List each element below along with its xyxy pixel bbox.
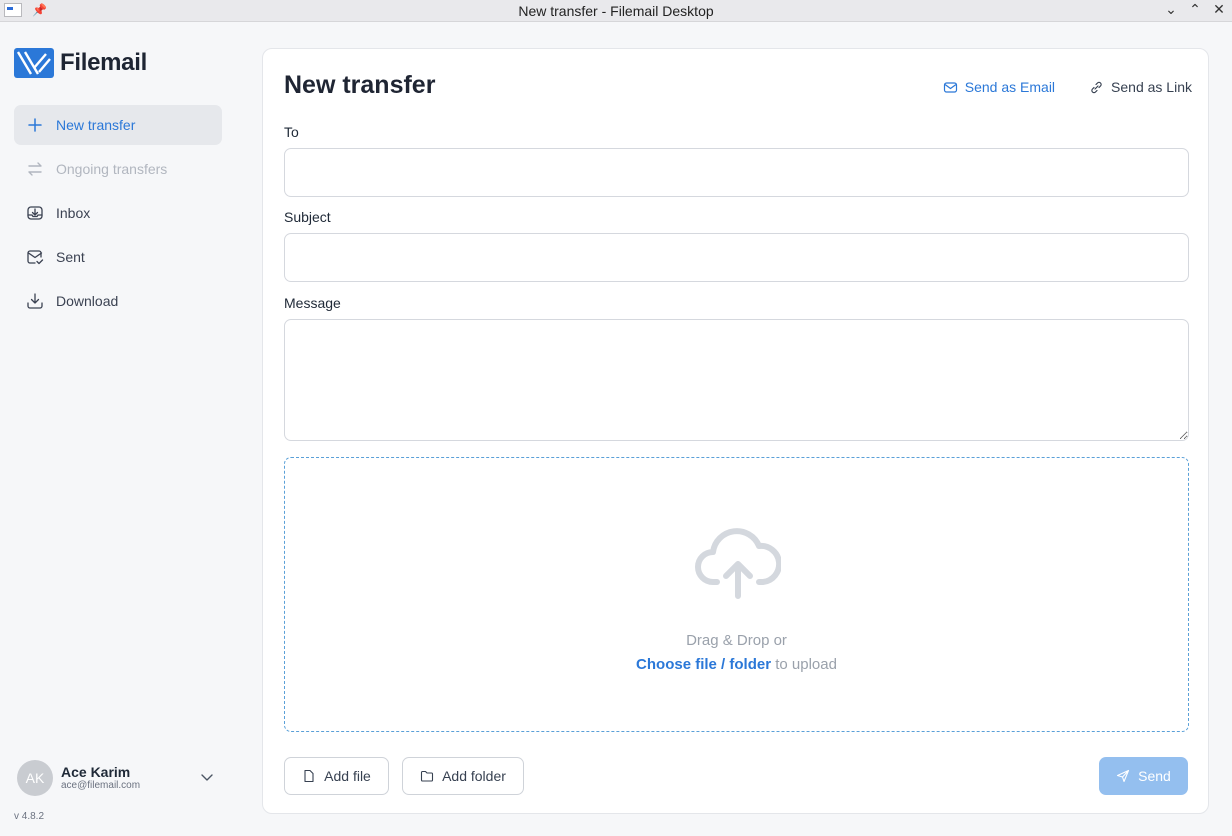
message-textarea[interactable]	[284, 319, 1189, 441]
sidebar-item-download[interactable]: Download	[14, 281, 222, 321]
user-menu[interactable]: AK Ace Karim ace@filemail.com	[17, 760, 222, 796]
sidebar-item-label: Download	[56, 293, 119, 309]
maximize-chevron-up-icon[interactable]: ⌃	[1188, 1, 1202, 18]
app-version: v 4.8.2	[14, 811, 45, 822]
new-transfer-panel: New transfer Send as Email Send as Link …	[262, 48, 1209, 814]
subject-label: Subject	[284, 209, 331, 225]
tab-label: Send as Link	[1111, 79, 1192, 95]
tab-send-as-link[interactable]: Send as Link	[1089, 79, 1192, 95]
to-label: To	[284, 124, 299, 140]
sidebar-item-label: New transfer	[56, 117, 136, 133]
choose-file-folder-link[interactable]: Choose file / folder	[636, 656, 771, 673]
sidebar-item-new-transfer[interactable]: New transfer	[14, 105, 222, 145]
sidebar-item-label: Sent	[56, 249, 85, 265]
tab-label: Send as Email	[964, 79, 1056, 95]
paper-plane-icon	[1117, 769, 1130, 783]
message-label: Message	[284, 295, 341, 311]
tab-send-as-email[interactable]: Send as Email	[943, 79, 1055, 95]
sidebar-item-sent[interactable]: Sent	[14, 237, 222, 277]
sent-mail-icon	[27, 250, 44, 265]
minimize-chevron-down-icon[interactable]: ⌄	[1164, 1, 1178, 18]
add-file-button[interactable]: Add file	[284, 757, 389, 795]
user-name: Ace Karim	[61, 763, 131, 780]
sidebar-item-inbox[interactable]: Inbox	[14, 193, 222, 233]
sidebar-item-label: Ongoing transfers	[56, 161, 168, 177]
file-dropzone[interactable]: Drag & Drop or Choose file / folder to u…	[284, 457, 1189, 732]
subject-input[interactable]	[284, 233, 1189, 282]
cloud-upload-icon	[695, 528, 781, 599]
user-email: ace@filemail.com	[61, 780, 141, 792]
send-button[interactable]: Send	[1099, 757, 1188, 795]
send-label: Send	[1138, 768, 1171, 784]
file-icon	[304, 769, 314, 783]
close-icon[interactable]: ✕	[1212, 1, 1226, 18]
folder-icon	[421, 770, 434, 782]
filemail-logo: Filemail	[14, 48, 147, 78]
send-mode-tabs: Send as Email Send as Link	[943, 79, 1192, 95]
add-file-label: Add file	[324, 768, 371, 784]
transfer-arrows-icon	[28, 162, 42, 176]
chevron-down-icon[interactable]	[200, 770, 214, 784]
to-input[interactable]	[284, 148, 1189, 197]
logo-text: Filemail	[60, 49, 147, 76]
envelope-icon	[943, 81, 957, 93]
filemail-logo-icon	[14, 48, 54, 78]
download-icon	[27, 293, 43, 309]
app-icon	[4, 3, 22, 17]
window-titlebar: 📌 New transfer - Filemail Desktop ⌄ ⌃ ✕	[0, 0, 1232, 22]
plus-icon	[28, 118, 42, 132]
dropzone-suffix: to upload	[771, 656, 837, 673]
sidebar-item-ongoing-transfers[interactable]: Ongoing transfers	[14, 149, 222, 189]
inbox-icon	[27, 206, 43, 220]
page-title: New transfer	[284, 71, 436, 99]
sidebar: Filemail New transfer Ongoing transfers …	[0, 23, 240, 836]
avatar: AK	[17, 760, 53, 796]
add-folder-button[interactable]: Add folder	[402, 757, 524, 795]
sidebar-nav: New transfer Ongoing transfers Inbox Sen…	[14, 105, 222, 325]
link-icon	[1091, 81, 1102, 93]
window-title: New transfer - Filemail Desktop	[518, 2, 714, 19]
add-folder-label: Add folder	[442, 768, 506, 784]
pin-icon[interactable]: 📌	[32, 3, 47, 17]
sidebar-item-label: Inbox	[56, 205, 91, 221]
dropzone-instruction: Drag & Drop or	[686, 632, 787, 649]
